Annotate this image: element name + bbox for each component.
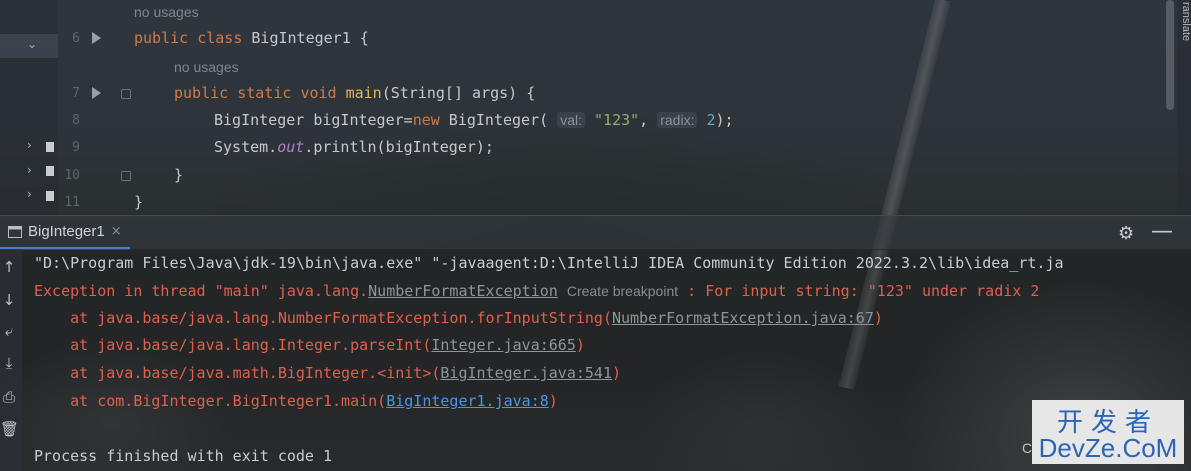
stack-trace-line: at com.BigInteger.BigInteger1.main(BigIn…: [34, 392, 558, 410]
stack-trace-line: at java.base/java.lang.Integer.parseInt(…: [34, 336, 585, 354]
line-number: 6: [72, 31, 80, 46]
line-number: 11: [64, 195, 80, 210]
console-exit-line: Process finished with exit code 1: [34, 447, 333, 465]
editor-scrollbar[interactable]: [1166, 0, 1174, 110]
run-class-icon[interactable]: [92, 32, 101, 44]
print-icon[interactable]: ⎙: [0, 388, 18, 406]
console-tab-icon: [8, 225, 22, 238]
console-exception-line: Exception in thread "main" java.lang.Num…: [34, 282, 1040, 300]
tree-node-icon: [46, 142, 54, 152]
line-number: 7: [72, 86, 80, 101]
code-line-10[interactable]: }: [174, 162, 183, 189]
stack-trace-line: at java.base/java.lang.NumberFormatExcep…: [34, 309, 883, 327]
line-number: 10: [64, 168, 80, 183]
fold-icon[interactable]: [121, 89, 131, 99]
tree-collapse-icon[interactable]: ⌄: [27, 37, 37, 51]
stack-trace-line: at java.base/java.math.BigInteger.<init>…: [34, 364, 622, 382]
soft-wrap-icon[interactable]: ⤶: [0, 322, 18, 340]
tree-expand-icon[interactable]: ›: [27, 187, 32, 201]
translate-tool-label[interactable]: ranslate: [1178, 2, 1191, 62]
fold-icon[interactable]: [121, 171, 131, 181]
scroll-down-icon[interactable]: ↓: [0, 291, 18, 309]
project-tree-strip: [0, 0, 58, 215]
param-hint-val: val:: [557, 112, 585, 128]
stack-trace-link[interactable]: BigInteger.java:541: [440, 364, 612, 382]
tree-node-icon: [46, 191, 54, 201]
usages-hint[interactable]: no usages: [134, 2, 199, 22]
watermark-bottom-text: DevZe.CoM: [1038, 433, 1178, 463]
close-tab-icon[interactable]: ×: [111, 224, 122, 239]
line-number: 8: [72, 113, 80, 128]
scroll-to-end-icon[interactable]: ⤓: [0, 354, 18, 372]
code-line-8[interactable]: BigInteger bigInteger=new BigInteger( va…: [214, 107, 734, 134]
watermark-logo: 开发者 DevZe.CoM: [1032, 400, 1184, 464]
stack-trace-link[interactable]: Integer.java:665: [431, 336, 576, 354]
code-line-7[interactable]: public static void main(String[] args) {: [174, 80, 535, 107]
run-tool-header: BigInteger1 × ⚙ —: [0, 215, 1191, 250]
code-line-9[interactable]: System.out.println(bigInteger);: [214, 134, 494, 161]
gear-icon[interactable]: ⚙: [1118, 223, 1134, 244]
tree-node-icon: [46, 166, 54, 176]
run-main-icon[interactable]: [92, 87, 101, 99]
tree-expand-icon[interactable]: ›: [27, 138, 32, 152]
scroll-up-icon[interactable]: ↑: [0, 258, 18, 276]
exception-class-link[interactable]: NumberFormatException: [368, 282, 558, 300]
usages-hint[interactable]: no usages: [174, 57, 239, 77]
param-hint-radix: radix:: [657, 112, 698, 128]
run-tab-label: BigInteger1: [28, 223, 105, 240]
run-tab[interactable]: BigInteger1 ×: [0, 216, 130, 250]
console-command-line: "D:\Program Files\Java\jdk-19\bin\java.e…: [34, 254, 1064, 272]
clear-console-icon[interactable]: 🗑: [0, 420, 19, 438]
minimize-icon[interactable]: —: [1151, 219, 1173, 244]
tree-expand-icon[interactable]: ›: [27, 163, 32, 177]
stack-trace-link[interactable]: NumberFormatException.java:67: [612, 309, 874, 327]
line-number: 9: [72, 140, 80, 155]
console-trailing-text: C: [1022, 440, 1033, 456]
code-line-11[interactable]: }: [134, 189, 143, 216]
create-breakpoint-link[interactable]: Create breakpoint: [567, 283, 678, 299]
code-line-6[interactable]: public class BigInteger1 {: [134, 25, 369, 52]
stack-trace-link-user-code[interactable]: BigInteger1.java:8: [386, 392, 549, 410]
